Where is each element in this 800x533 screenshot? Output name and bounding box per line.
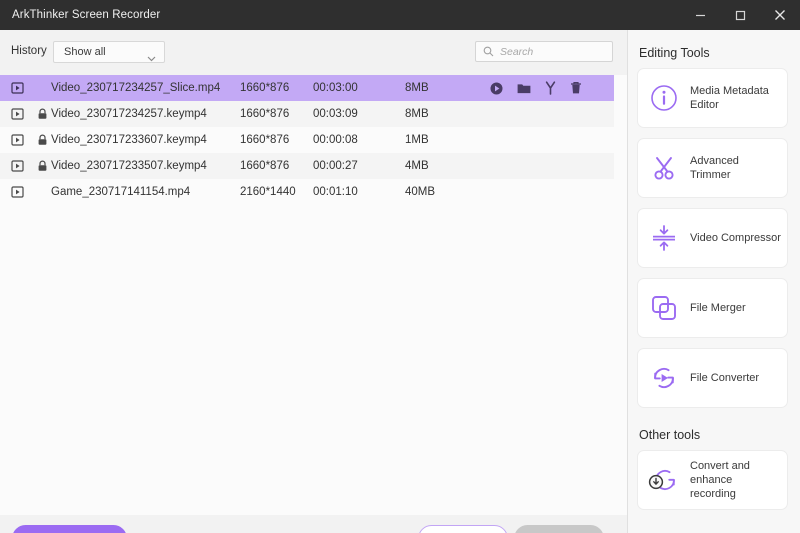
- tool-label: Advanced Trimmer: [690, 155, 739, 181]
- tool-card[interactable]: File Merger: [637, 278, 788, 338]
- window-controls: [680, 0, 800, 30]
- file-size: 4MB: [405, 160, 429, 172]
- compress-icon: [638, 223, 690, 253]
- table-row[interactable]: Video_230717234257_Slice.mp4 1660*876 00:0…: [0, 75, 627, 101]
- merge-squares-icon: [638, 293, 690, 323]
- remove-all-button[interactable]: Remove all: [514, 525, 604, 533]
- file-resolution: 1660*876: [240, 82, 290, 94]
- import-button[interactable]: Import: [418, 525, 508, 533]
- file-name: Video_230717234257_Slice.mp4: [51, 82, 221, 94]
- tool-label: Media Metadata Editor: [690, 85, 769, 111]
- history-filter-dropdown[interactable]: Show all: [53, 41, 165, 63]
- file-size: 1MB: [405, 134, 429, 146]
- editing-tools-heading: Editing Tools: [639, 46, 710, 60]
- search-box[interactable]: [475, 41, 613, 62]
- other-tools-list: Convert and enhance recording: [628, 450, 800, 510]
- app-title: ArkThinker Screen Recorder: [12, 9, 161, 21]
- maximize-button[interactable]: [720, 0, 760, 30]
- tool-label: File Merger: [690, 302, 746, 314]
- tool-card[interactable]: Advanced Trimmer: [637, 138, 788, 198]
- file-name: Video_230717233607.keymp4: [51, 134, 207, 146]
- trim-icon[interactable]: [545, 81, 556, 95]
- video-file-icon: [0, 186, 34, 198]
- folder-icon[interactable]: [517, 82, 531, 94]
- tool-label: Video Compressor: [690, 232, 781, 244]
- file-resolution: 2160*1440: [240, 186, 296, 198]
- file-list-scrollbar-track[interactable]: [614, 75, 627, 515]
- scissors-icon: [638, 153, 690, 183]
- tools-sidebar: Editing Tools Media Metadata Editor Advan…: [628, 30, 800, 533]
- file-duration: 00:00:08: [313, 134, 358, 146]
- history-filter-value: Show all: [64, 46, 106, 58]
- convert-refresh-icon: [638, 363, 690, 393]
- other-tools-heading: Other tools: [639, 428, 701, 442]
- editing-tools-list: Media Metadata Editor Advanced Trimmer Vid…: [628, 68, 800, 408]
- enhance-download-icon: [638, 465, 690, 495]
- file-duration: 00:03:09: [313, 108, 358, 120]
- table-row[interactable]: Video_230717234257.keymp4 1660*876 00:03:0…: [0, 101, 627, 127]
- file-resolution: 1660*876: [240, 108, 290, 120]
- file-name: Video_230717234257.keymp4: [51, 108, 207, 120]
- tool-label: File Converter: [690, 372, 760, 384]
- tool-card[interactable]: Video Compressor: [637, 208, 788, 268]
- left-panel: History Show all Video_230717234257_Slic…: [0, 30, 627, 533]
- video-file-icon: [0, 108, 34, 120]
- history-label: History: [11, 45, 47, 57]
- file-duration: 00:00:27: [313, 160, 358, 172]
- video-file-icon: [0, 82, 34, 94]
- video-file-icon: [0, 134, 34, 146]
- chevron-down-icon: [147, 49, 156, 67]
- info-circle-icon: [638, 83, 690, 113]
- record-more-button[interactable]: Record more: [12, 525, 127, 533]
- bottom-action-bar: Record more Import Remove all: [0, 515, 627, 533]
- video-file-icon: [0, 160, 34, 172]
- search-icon: [483, 46, 494, 57]
- file-name: Video_230717233507.keymp4: [51, 160, 207, 172]
- lock-icon: [34, 108, 51, 120]
- file-list: Video_230717234257_Slice.mp4 1660*876 00:0…: [0, 75, 627, 515]
- table-row[interactable]: Game_230717141154.mp4 2160*1440 00:01:10 40…: [0, 179, 627, 205]
- trash-icon[interactable]: [570, 81, 582, 95]
- search-input[interactable]: [500, 45, 600, 58]
- lock-icon: [34, 134, 51, 146]
- tool-card[interactable]: File Converter: [637, 348, 788, 408]
- file-resolution: 1660*876: [240, 160, 290, 172]
- lock-icon: [34, 160, 51, 172]
- table-row[interactable]: Video_230717233607.keymp4 1660*876 00:00:0…: [0, 127, 627, 153]
- file-resolution: 1660*876: [240, 134, 290, 146]
- file-size: 8MB: [405, 82, 429, 94]
- tool-card[interactable]: Media Metadata Editor: [637, 68, 788, 128]
- minimize-button[interactable]: [680, 0, 720, 30]
- title-bar: ArkThinker Screen Recorder: [0, 0, 800, 30]
- tool-card[interactable]: Convert and enhance recording: [637, 450, 788, 510]
- file-name: Game_230717141154.mp4: [51, 186, 191, 198]
- play-icon[interactable]: [490, 82, 503, 95]
- tool-label: Convert and enhance recording: [690, 460, 750, 500]
- file-size: 8MB: [405, 108, 429, 120]
- row-actions: [490, 75, 582, 101]
- table-row[interactable]: Video_230717233507.keymp4 1660*876 00:00:2…: [0, 153, 627, 179]
- file-duration: 00:03:00: [313, 82, 358, 94]
- file-duration: 00:01:10: [313, 186, 358, 198]
- app-window: ArkThinker Screen Recorder History Show …: [0, 0, 800, 533]
- close-button[interactable]: [760, 0, 800, 30]
- list-toolbar: History Show all: [0, 30, 627, 75]
- file-size: 40MB: [405, 186, 436, 198]
